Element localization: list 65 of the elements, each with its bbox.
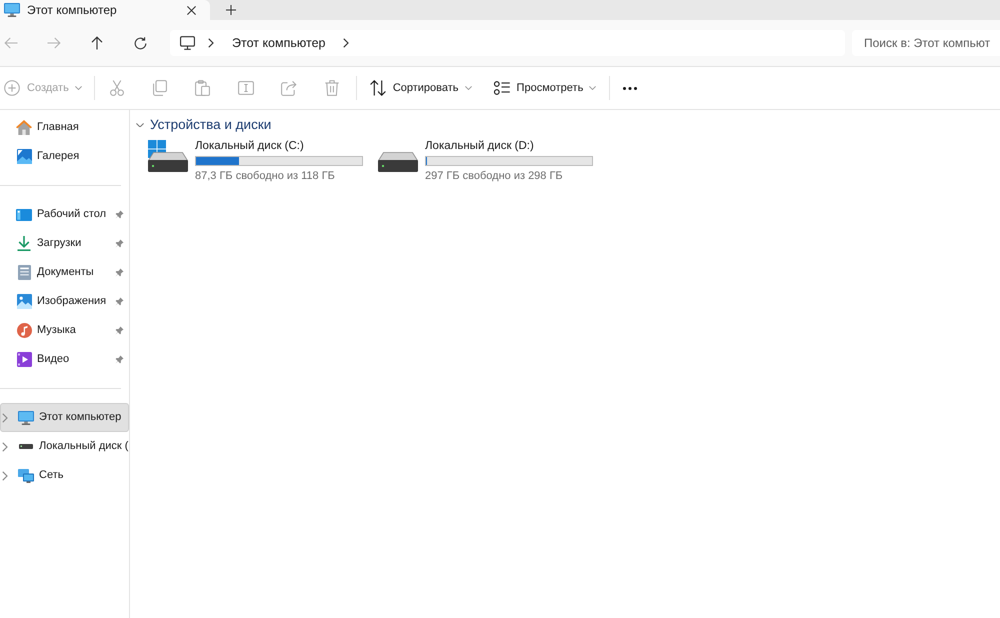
sidebar-item[interactable]: Главная [0,113,129,142]
tab[interactable]: Этот компьютер [0,0,210,20]
refresh-icon [134,36,146,50]
sidebar-item[interactable]: Изображения [0,287,129,316]
pin-icon[interactable] [115,268,124,277]
drive-icon [19,444,33,449]
share-icon [280,80,297,96]
house-icon [16,120,32,135]
download-arrow-icon [17,236,31,251]
sidebar-item[interactable]: Галерея [0,142,129,171]
chevron-down-icon[interactable] [136,122,144,128]
monitor-icon [18,410,34,424]
caret-icon [74,86,82,90]
plus-circle-icon [4,80,20,96]
video-icon [16,352,32,367]
free-space-text: 297 ГБ свободно из 298 ГБ [425,169,564,183]
caret-icon [589,86,596,90]
sidebar-item[interactable]: Рабочий стол [0,200,129,229]
sidebar-item[interactable]: Сеть [0,461,129,490]
sidebar-item[interactable]: Музыка [0,316,129,345]
search-field[interactable]: Поиск в: Этот компьют [852,30,1000,56]
music-note-icon [16,323,32,338]
hard-drive-icon[interactable] [378,152,418,172]
picture-icon [16,294,32,309]
monitor-icon [180,36,195,50]
clipboard-icon [195,80,210,96]
pin-icon[interactable] [115,297,124,306]
sidebar-item[interactable]: Загрузки [0,229,129,258]
address-bar[interactable]: Этот компьютер [170,30,845,56]
sidebar-item[interactable]: Документы [0,258,129,287]
pin-icon[interactable] [115,210,124,219]
trash-icon [324,80,339,96]
drive-name[interactable]: Локальный диск (C:) [195,139,363,153]
text-field-icon [238,81,254,95]
more-icon [623,86,638,90]
view-button[interactable]: Просмотреть [488,72,602,104]
document-icon [18,265,30,280]
sidebar-item[interactable]: Видео [0,345,129,374]
sidebar-item[interactable]: Локальный диск ( [0,432,129,461]
list-icon [494,81,510,95]
copy-icon [152,80,168,96]
sort-button[interactable]: Сортировать [364,72,477,104]
sort-icon [370,80,386,96]
caret-icon [464,86,472,90]
arrow-right-icon [47,37,61,49]
chevron-right-icon[interactable] [208,38,214,48]
breadcrumb-segment[interactable]: Этот компьютер [232,36,326,50]
sidebar-item[interactable]: Этот компьютер [0,403,129,432]
arrow-left-icon [4,37,18,49]
chevron-right-icon[interactable] [343,38,350,48]
monitor-icon [4,3,20,17]
network-icon [18,468,34,482]
pin-icon[interactable] [115,239,124,248]
drive-name[interactable]: Локальный диск (D:) [425,139,593,153]
hard-drive-icon[interactable] [148,140,188,172]
pin-icon[interactable] [115,355,124,364]
arrow-up-icon [91,36,103,50]
close-icon[interactable] [187,6,196,14]
free-space-text: 87,3 ГБ свободно из 118 ГБ [195,169,336,183]
picture-icon [16,149,32,164]
section-heading: Устройства и диски [150,118,272,132]
desktop-icon [16,208,32,220]
plus-icon[interactable] [226,5,236,15]
pin-icon[interactable] [115,326,124,335]
scissors-icon [110,80,124,96]
